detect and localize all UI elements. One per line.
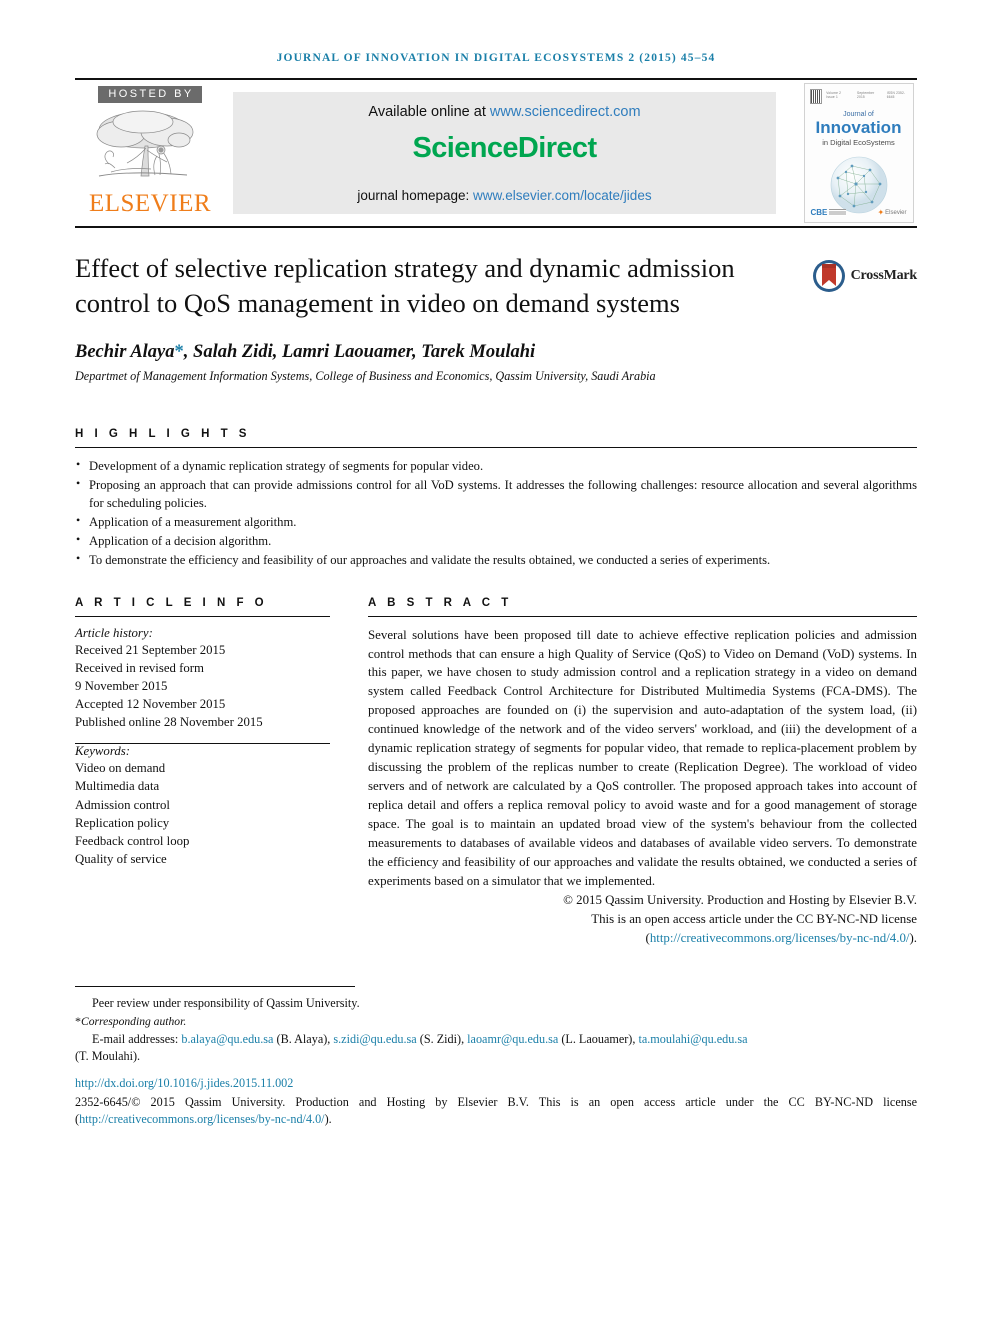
abstract-copyright-line-2: This is an open access article under the… (591, 912, 917, 927)
highlights-section: H I G H L I G H T S Development of a dyn… (75, 428, 917, 570)
cover-elsevier-label: Elsevier (885, 209, 907, 216)
masthead: HOSTED BY ELSEVIER Available online at w… (75, 80, 917, 226)
license-link[interactable]: http://creativecommons.org/licenses/by-n… (650, 931, 910, 945)
elsevier-tree-icon (91, 106, 209, 190)
corresponding-author-note: *Corresponding author. (75, 1013, 917, 1031)
doi-link[interactable]: http://dx.doi.org/10.1016/j.jides.2015.1… (75, 1075, 917, 1093)
cover-subtitle: in Digital EcoSystems (822, 138, 895, 147)
cover-topbar: Volume 2 Issue 1 September 2015 ISSN 235… (805, 84, 913, 104)
history-item: Accepted 12 November 2015 (75, 697, 226, 712)
email-link[interactable]: ta.moulahi@qu.edu.sa (638, 1032, 747, 1046)
issn-license-link[interactable]: http://creativecommons.org/licenses/by-n… (79, 1112, 325, 1126)
highlights-heading: H I G H L I G H T S (75, 427, 251, 440)
cover-innovation-title: Innovation (815, 118, 902, 137)
keywords-title: Keywords: (75, 744, 130, 759)
keyword-item: Admission control (75, 797, 170, 812)
keyword-item: Video on demand (75, 761, 166, 776)
peer-review-note: Peer review under responsibility of Qass… (92, 996, 360, 1011)
corresponding-author-marker: * (174, 342, 184, 363)
email-label: E-mail addresses: (92, 1031, 179, 1046)
elsevier-logo-block: HOSTED BY ELSEVIER (75, 80, 225, 226)
keyword-item: Feedback control loop (75, 833, 190, 848)
page-title: Effect of selective replication strategy… (75, 253, 735, 319)
available-online-line: Available online at www.sciencedirect.co… (368, 104, 640, 120)
email-link[interactable]: laoamr@qu.edu.sa (467, 1032, 558, 1046)
list-item: Application of a measurement algorithm. (75, 512, 917, 531)
issn-copyright-line: 2352-6645/© 2015 Qassim University. Prod… (75, 1094, 917, 1129)
running-head: JOURNAL OF INNOVATION IN DIGITAL ECOSYST… (276, 52, 716, 64)
cover-barcode-icon (809, 89, 823, 104)
list-item: Application of a decision algorithm. (75, 531, 917, 550)
author-rest: , Salah Zidi, Lamri Laouamer, Tarek Moul… (183, 342, 536, 363)
history-item: 9 November 2015 (75, 678, 168, 693)
article-info-rule (75, 615, 330, 617)
cover-meta: Volume 2 Issue 1 September 2015 ISSN 235… (826, 89, 907, 99)
crossmark-label: CrossMark (850, 268, 918, 283)
email-link[interactable]: b.alaya@qu.edu.sa (181, 1032, 273, 1046)
list-item: Proposing an approach that can provide a… (75, 475, 917, 512)
available-prefix: Available online at (368, 104, 490, 120)
cover-elsevier-logo: ✦ Elsevier (877, 208, 906, 217)
history-item: Published online 28 November 2015 (75, 715, 263, 730)
history-item: Received in revised form (75, 660, 204, 675)
keyword-item: Quality of service (75, 852, 167, 867)
license-close-paren: ). (909, 931, 917, 946)
cover-bottom-logos: CBE ✦ Elsevier (811, 208, 907, 217)
title-area: Effect of selective replication strategy… (75, 228, 917, 321)
homepage-prefix: journal homepage: (357, 188, 473, 203)
crossmark-badge[interactable]: CrossMark (812, 259, 917, 293)
hosted-by-badge: HOSTED BY (98, 86, 202, 104)
article-info-heading: A R T I C L E I N F O (75, 596, 268, 609)
author-list: Bechir Alaya*, Salah Zidi, Lamri Laouame… (75, 342, 917, 363)
article-info-column: A R T I C L E I N F O Article history: R… (75, 597, 330, 948)
elsevier-tick-icon: ✦ (877, 208, 885, 217)
crossmark-column: CrossMark (797, 251, 917, 321)
highlights-list: Development of a dynamic replication str… (75, 448, 917, 570)
cover-journal-of: Journal of (843, 111, 874, 118)
journal-homepage-line: journal homepage: www.elsevier.com/locat… (233, 188, 776, 203)
email-owner: (S. Zidi) (419, 1031, 462, 1046)
abstract-column: A B S T R A C T Several solutions have b… (368, 597, 917, 948)
article-history-title: Article history: (75, 625, 153, 640)
corresponding-text: Corresponding author. (81, 1014, 187, 1028)
info-abstract-section: A R T I C L E I N F O Article history: R… (75, 597, 917, 948)
keyword-item: Replication policy (75, 815, 170, 830)
affiliation: Departmet of Management Information Syst… (75, 369, 656, 384)
history-item: Received 21 September 2015 (75, 642, 226, 657)
author-first: Bechir Alaya (75, 342, 175, 363)
abstract-body: Several solutions have been proposed til… (368, 627, 917, 889)
journal-cover-block: Volume 2 Issue 1 September 2015 ISSN 235… (800, 80, 917, 226)
cbe-lines-icon (829, 209, 847, 216)
keyword-item: Multimedia data (75, 779, 160, 794)
email-link[interactable]: s.zidi@qu.edu.sa (333, 1032, 416, 1046)
email-owner: (L. Laouamer) (561, 1031, 633, 1046)
email-addresses-note: E-mail addresses: b.alaya@qu.edu.sa (B. … (92, 1031, 748, 1046)
cover-date: September 2015 (857, 91, 875, 99)
abstract-copyright-line-1: © 2015 Qassim University. Production and… (563, 893, 917, 908)
cover-volume: Volume 2 Issue 1 (826, 91, 842, 99)
list-item: Development of a dynamic replication str… (75, 456, 917, 475)
issn-tail: ). (324, 1112, 332, 1127)
title-column: Effect of selective replication strategy… (75, 251, 797, 321)
abstract-heading: A B S T R A C T (368, 596, 513, 609)
cbe-label: CBE (810, 208, 828, 217)
issn-prefix: 2352-6645/ (75, 1094, 132, 1109)
crossmark-icon (812, 260, 845, 292)
email-owner: (B. Alaya) (276, 1031, 328, 1046)
cbe-logo: CBE (811, 208, 847, 217)
list-item: To demonstrate the efficiency and feasib… (75, 550, 917, 569)
sciencedirect-panel: Available online at www.sciencedirect.co… (233, 92, 776, 214)
abstract-license-line: (http://creativecommons.org/licenses/by-… (368, 929, 917, 948)
email-tail: (T. Moulahi). (75, 1049, 141, 1064)
article-first-page: JOURNAL OF INNOVATION IN DIGITAL ECOSYST… (0, 0, 992, 1323)
footnotes: Peer review under responsibility of Qass… (75, 987, 917, 1129)
cover-issn: ISSN 2352-6645 (886, 91, 906, 99)
journal-homepage-link[interactable]: www.elsevier.com/locate/jides (473, 188, 652, 203)
journal-cover-image: Volume 2 Issue 1 September 2015 ISSN 235… (803, 83, 914, 223)
elsevier-wordmark: ELSEVIER (88, 190, 212, 218)
sciencedirect-link[interactable]: www.sciencedirect.com (490, 104, 641, 120)
sciencedirect-wordmark: ScienceDirect (412, 132, 597, 164)
